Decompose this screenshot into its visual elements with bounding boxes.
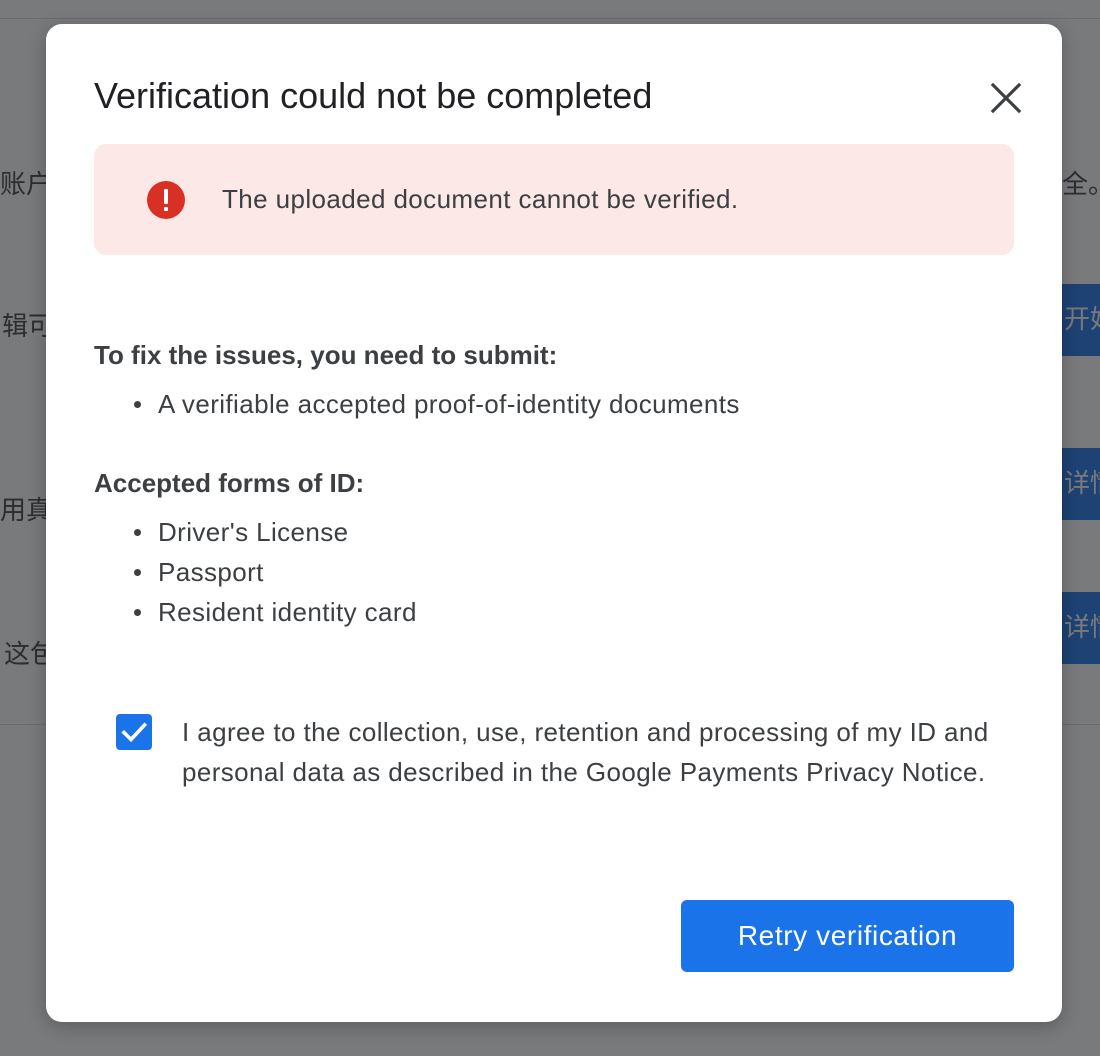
- fix-issues-heading: To fix the issues, you need to submit:: [94, 340, 558, 370]
- list-item-text: Passport: [158, 557, 264, 587]
- dialog-title: Verification could not be completed: [94, 75, 653, 116]
- bullet-icon: [134, 401, 141, 408]
- accepted-id-list: Driver's License Passport Resident ident…: [134, 512, 417, 632]
- retry-verification-button[interactable]: Retry verification: [681, 900, 1014, 972]
- list-item: Driver's License: [134, 512, 417, 552]
- close-button[interactable]: [982, 74, 1030, 122]
- list-item: Resident identity card: [134, 592, 417, 632]
- bullet-icon: [134, 569, 141, 576]
- bullet-icon: [134, 609, 141, 616]
- accepted-id-heading: Accepted forms of ID:: [94, 468, 365, 498]
- error-icon: [146, 180, 186, 220]
- verification-error-dialog: Verification could not be completed The …: [46, 24, 1062, 1022]
- error-message: The uploaded document cannot be verified…: [222, 184, 739, 214]
- close-icon: [990, 82, 1022, 114]
- list-item-text: Resident identity card: [158, 597, 417, 627]
- list-item-text: Driver's License: [158, 517, 349, 547]
- checkmark-icon: [121, 722, 148, 743]
- error-banner: The uploaded document cannot be verified…: [94, 144, 1014, 255]
- list-item-text: A verifiable accepted proof-of-identity …: [158, 389, 740, 419]
- consent-text: I agree to the collection, use, retentio…: [182, 717, 989, 787]
- list-item: Passport: [134, 552, 417, 592]
- bullet-icon: [134, 529, 141, 536]
- list-item: A verifiable accepted proof-of-identity …: [134, 384, 740, 424]
- consent-checkbox[interactable]: [116, 714, 152, 750]
- fix-issues-list: A verifiable accepted proof-of-identity …: [134, 384, 740, 424]
